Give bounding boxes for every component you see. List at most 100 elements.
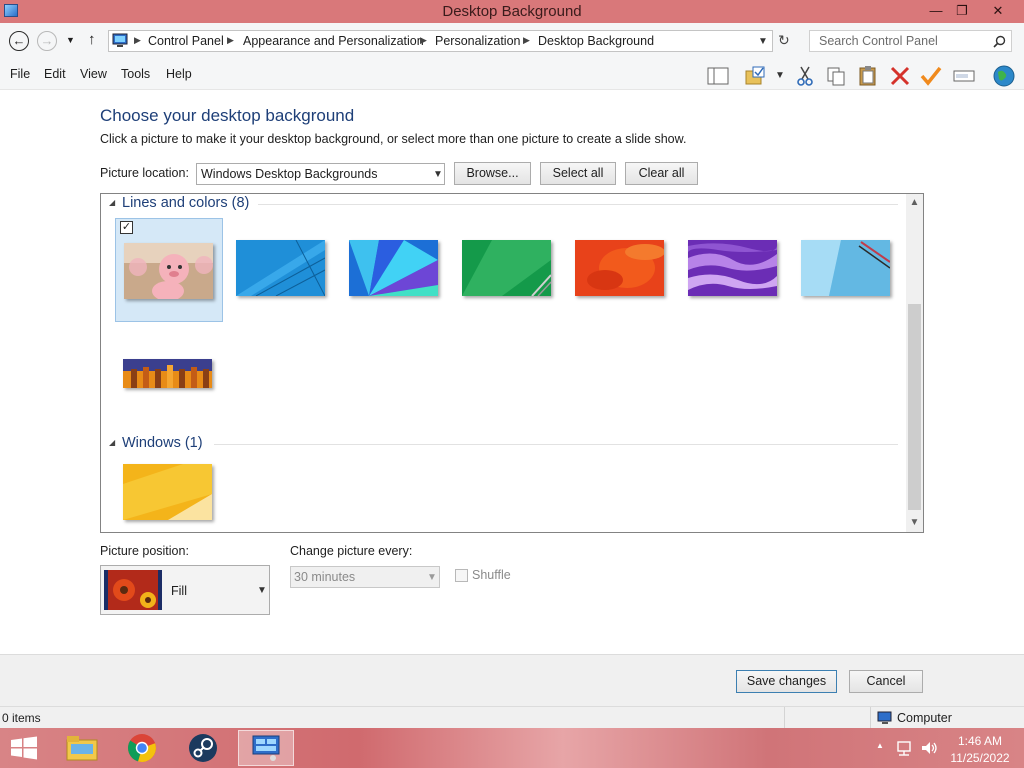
- thumbnail-cell-selected[interactable]: ✓: [115, 218, 223, 322]
- group-divider: [258, 204, 898, 205]
- change-interval-value: 30 minutes: [294, 570, 356, 584]
- up-arrow-icon[interactable]: ↑: [88, 31, 96, 48]
- shuffle-label: Shuffle: [472, 568, 511, 582]
- clock-date: 11/25/2022: [950, 751, 1010, 765]
- title-bar: Desktop Background — ❐ ✕: [0, 0, 1024, 23]
- paste-icon[interactable]: [856, 65, 880, 87]
- folder-options-icon[interactable]: [744, 65, 768, 87]
- globe-icon[interactable]: [992, 65, 1016, 87]
- yellow-windows-wallpaper[interactable]: [123, 464, 212, 520]
- scroll-up-icon[interactable]: ▲: [908, 197, 921, 208]
- folder-options-chevron-icon[interactable]: ▼: [775, 70, 785, 81]
- breadcrumb-appearance[interactable]: Appearance and Personalization: [243, 34, 424, 48]
- wallpaper-gallery[interactable]: ◢ Lines and colors (8) ✓ ◢ Windows (1) ▲…: [100, 193, 924, 533]
- red-orange-wallpaper[interactable]: [575, 240, 664, 296]
- breadcrumb-separator-icon: ▶: [420, 35, 427, 45]
- recent-locations-chevron-icon[interactable]: ▼: [66, 35, 75, 45]
- chevron-down-icon: ▼: [427, 572, 437, 583]
- menu-view[interactable]: View: [80, 67, 107, 81]
- properties-check-icon[interactable]: [919, 65, 943, 87]
- light-blue-wallpaper[interactable]: [801, 240, 890, 296]
- status-bar: 0 items Computer: [0, 706, 1024, 729]
- page-subtitle: Click a picture to make it your desktop …: [100, 132, 687, 146]
- picture-position-value: Fill: [171, 584, 187, 598]
- group-header-windows[interactable]: Windows (1): [122, 435, 203, 451]
- picture-location-dropdown[interactable]: Windows Desktop Backgrounds ▼: [196, 163, 445, 185]
- picture-location-value: Windows Desktop Backgrounds: [201, 167, 378, 181]
- collapse-triangle-icon[interactable]: ◢: [109, 198, 115, 207]
- show-hidden-icons-icon[interactable]: ▲: [876, 741, 884, 750]
- window-title: Desktop Background: [442, 3, 582, 20]
- file-explorer-icon: [66, 736, 98, 761]
- scrollbar-thumb[interactable]: [908, 304, 921, 510]
- save-changes-button[interactable]: Save changes: [736, 670, 837, 693]
- search-input[interactable]: Search Control Panel: [809, 30, 1012, 52]
- control-panel-icon: [252, 735, 280, 761]
- start-windows-icon[interactable]: [10, 736, 38, 760]
- chrome-icon: [128, 734, 156, 762]
- picture-location-label: Picture location:: [100, 166, 189, 180]
- blue-fan-wallpaper[interactable]: [349, 240, 438, 296]
- back-arrow-icon[interactable]: ←: [9, 31, 29, 51]
- taskbar-control-panel[interactable]: [238, 730, 294, 766]
- search-icon[interactable]: [993, 35, 1006, 48]
- change-interval-dropdown[interactable]: 30 minutes ▼: [290, 566, 440, 588]
- cut-icon[interactable]: [793, 65, 817, 87]
- clear-all-button[interactable]: Clear all: [625, 162, 698, 185]
- taskbar-file-explorer[interactable]: [54, 730, 110, 766]
- group-header-lines-and-colors[interactable]: Lines and colors (8): [122, 195, 249, 211]
- change-interval-label: Change picture every:: [290, 544, 413, 558]
- green-wallpaper[interactable]: [462, 240, 551, 296]
- search-placeholder: Search Control Panel: [819, 34, 938, 48]
- address-dropdown-chevron-icon[interactable]: ▼: [758, 36, 768, 47]
- taskbar-clock[interactable]: 1:46 AM 11/25/2022: [940, 734, 1020, 765]
- menu-bar: File Edit View Tools Help ▼: [0, 60, 1024, 90]
- breadcrumb-control-panel[interactable]: Control Panel: [148, 34, 224, 48]
- chevron-down-icon: ▼: [433, 169, 443, 180]
- forward-arrow-icon[interactable]: →: [37, 31, 57, 51]
- restore-button[interactable]: ❐: [946, 1, 978, 21]
- breadcrumb-separator-icon: ▶: [134, 35, 141, 45]
- orange-bars-wallpaper[interactable]: [123, 359, 212, 388]
- breadcrumb-desktop-background[interactable]: Desktop Background: [538, 34, 654, 48]
- status-divider: [870, 707, 871, 729]
- refresh-icon[interactable]: ↻: [778, 32, 790, 49]
- copy-icon[interactable]: [824, 65, 848, 87]
- layout-pane-icon[interactable]: [706, 65, 730, 87]
- cartoon-pig-wallpaper[interactable]: [124, 243, 213, 299]
- menu-file[interactable]: File: [10, 67, 30, 81]
- collapse-triangle-icon[interactable]: ◢: [109, 438, 115, 447]
- blue-lines-wallpaper[interactable]: [236, 240, 325, 296]
- volume-icon[interactable]: [920, 740, 938, 756]
- taskbar-chrome[interactable]: [115, 730, 171, 766]
- navigation-bar: ← → ▼ ↑ ▶ Control Panel ▶ Appearance and…: [0, 23, 1024, 60]
- rename-icon[interactable]: [952, 65, 976, 87]
- picture-position-dropdown[interactable]: Fill ▼: [100, 565, 270, 615]
- flower-preview-icon: [104, 570, 162, 610]
- delete-icon[interactable]: [888, 65, 912, 87]
- shuffle-checkbox[interactable]: [455, 569, 468, 582]
- network-icon[interactable]: [896, 740, 914, 756]
- menu-edit[interactable]: Edit: [44, 67, 66, 81]
- clock-time: 1:46 AM: [957, 734, 1003, 748]
- address-bar[interactable]: ▶ Control Panel ▶ Appearance and Persona…: [108, 30, 773, 52]
- checkbox-checked[interactable]: ✓: [120, 221, 133, 234]
- menu-help[interactable]: Help: [166, 67, 192, 81]
- cancel-button[interactable]: Cancel: [849, 670, 923, 693]
- breadcrumb-personalization[interactable]: Personalization: [435, 34, 520, 48]
- browse-button[interactable]: Browse...: [454, 162, 531, 185]
- group-divider: [214, 444, 898, 445]
- purple-waves-wallpaper[interactable]: [688, 240, 777, 296]
- gallery-scrollbar[interactable]: ▲ ▼: [906, 194, 923, 532]
- steam-icon: [189, 734, 217, 762]
- chevron-down-icon: ▼: [257, 585, 267, 596]
- dialog-footer: Save changes Cancel: [0, 654, 1024, 706]
- taskbar-steam[interactable]: [176, 730, 232, 766]
- close-button[interactable]: ✕: [982, 1, 1014, 21]
- control-panel-icon: [112, 33, 128, 47]
- menu-tools[interactable]: Tools: [121, 67, 150, 81]
- select-all-button[interactable]: Select all: [540, 162, 616, 185]
- computer-icon: [877, 711, 892, 724]
- zone-location: Computer: [897, 711, 952, 725]
- scroll-down-icon[interactable]: ▼: [908, 517, 921, 528]
